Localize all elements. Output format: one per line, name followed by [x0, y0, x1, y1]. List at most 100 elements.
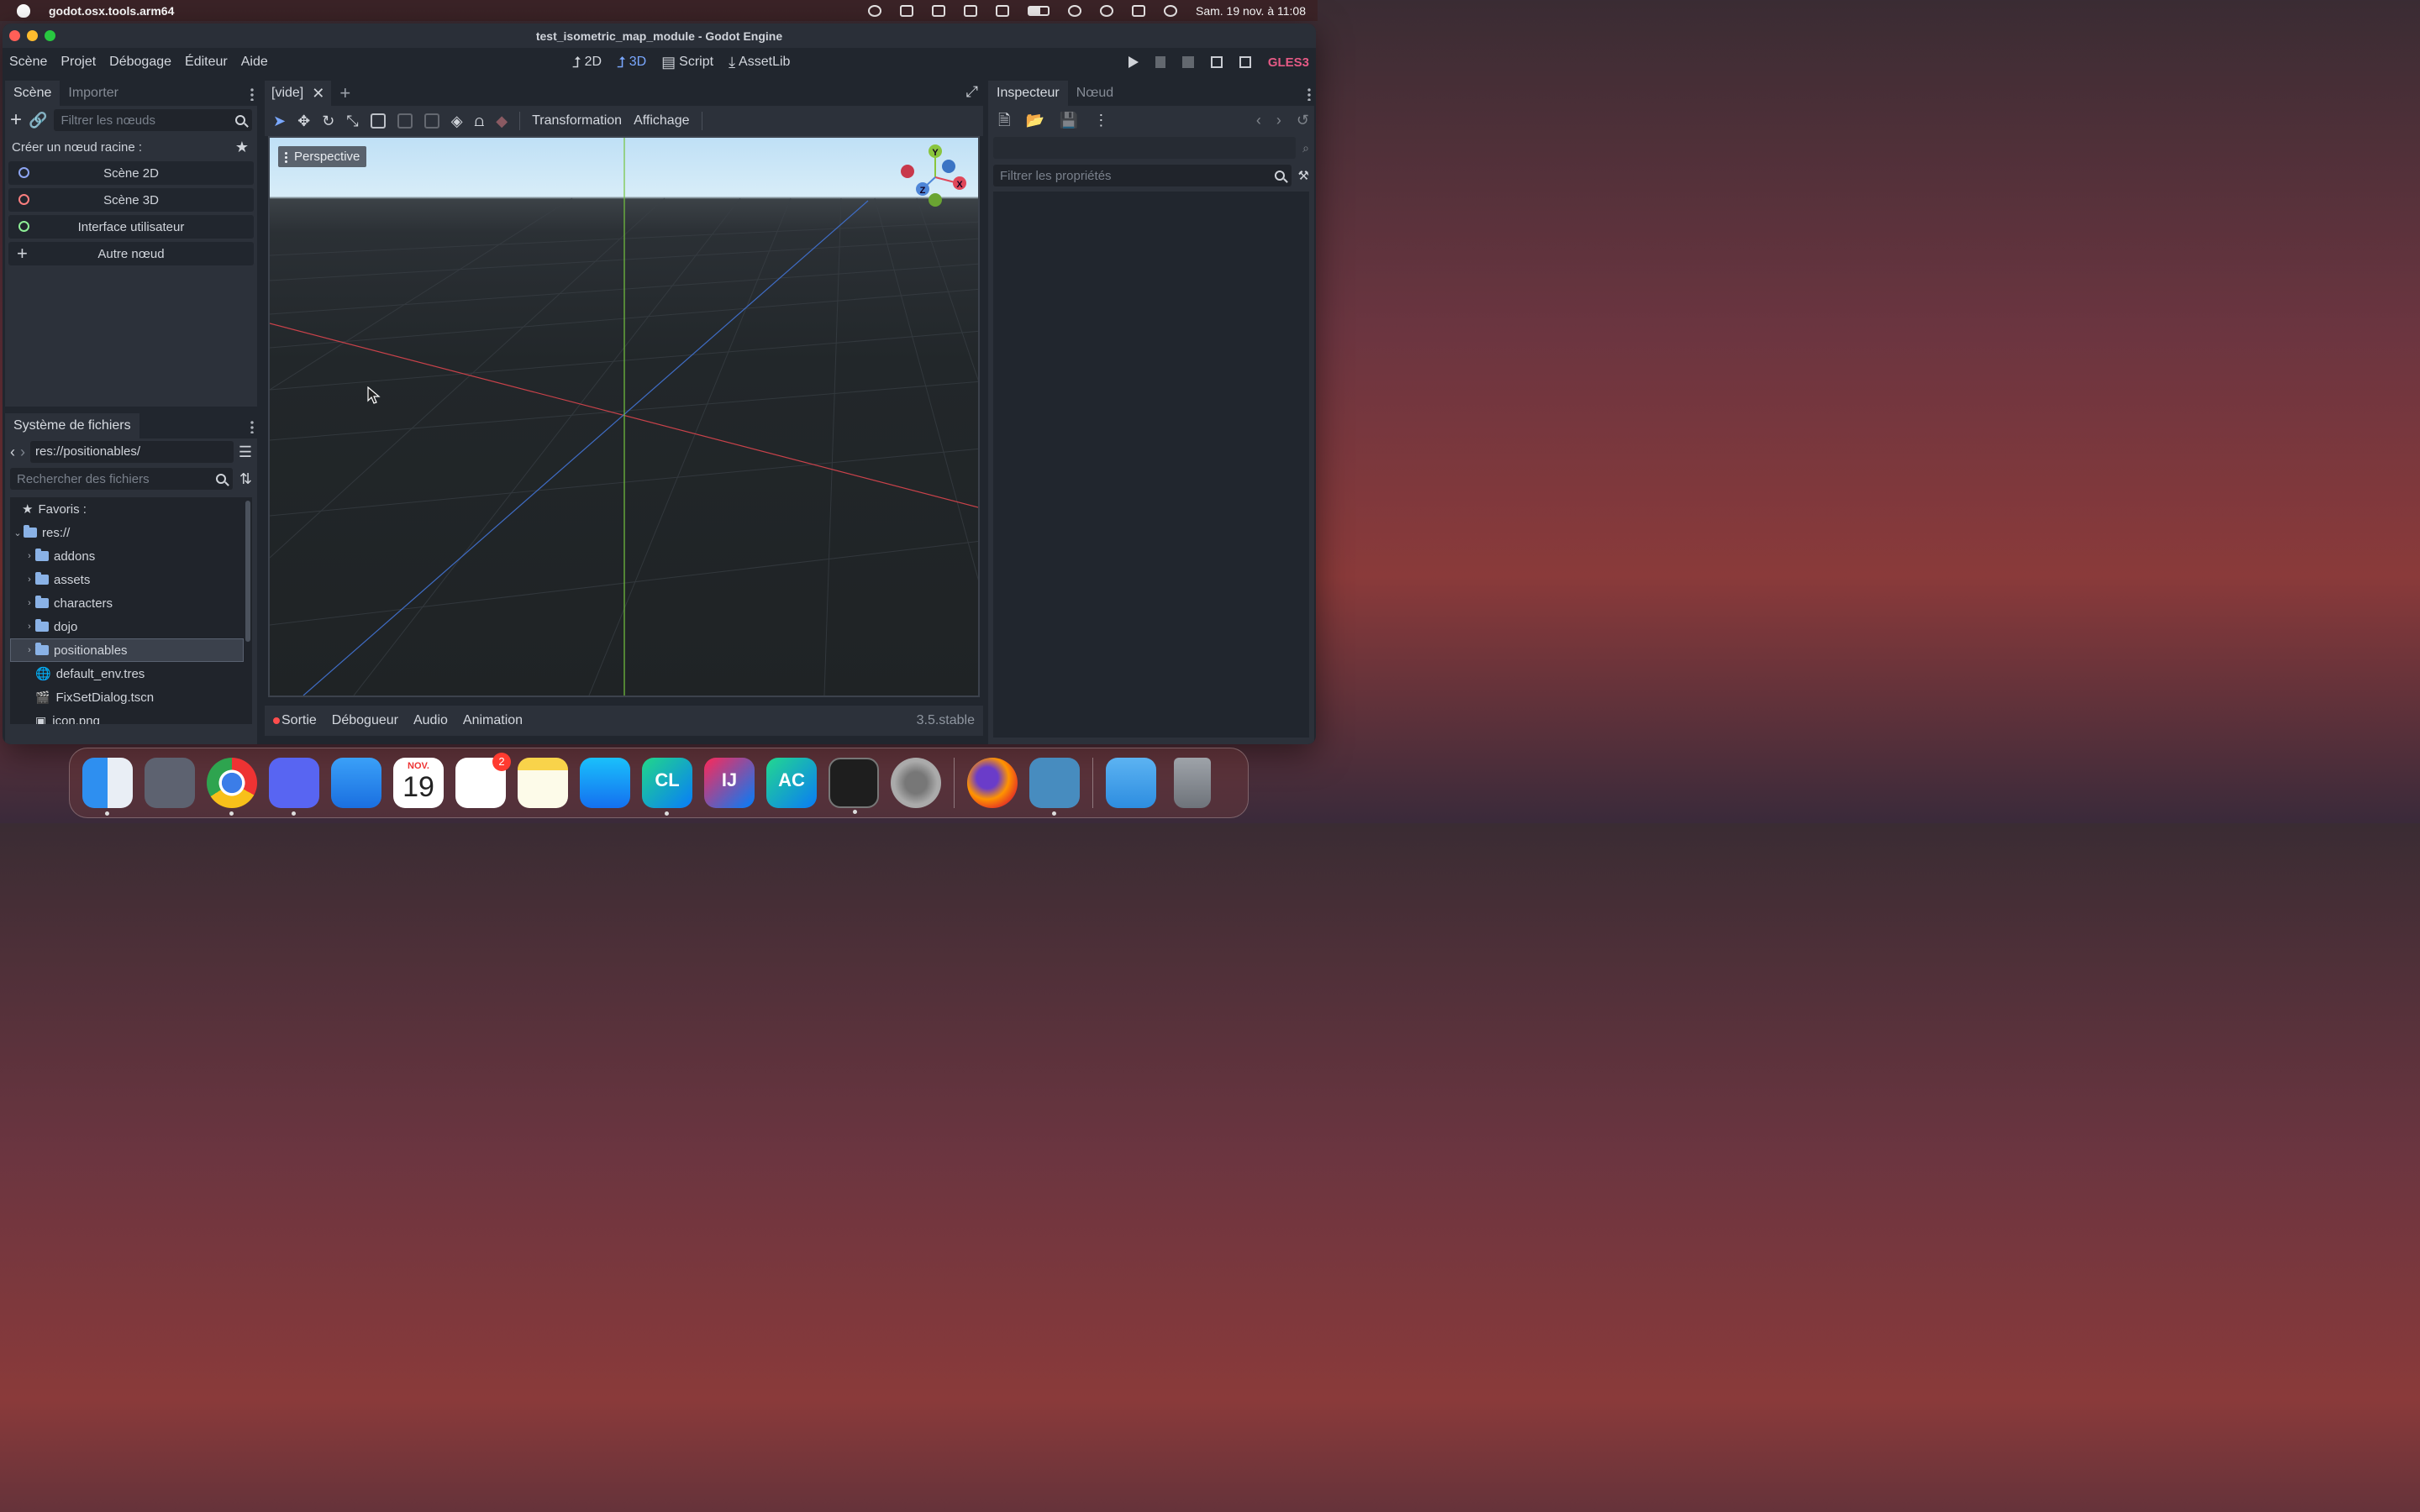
- scene-3d-button[interactable]: Scène 3D: [8, 188, 254, 212]
- save-icon[interactable]: 💾: [1060, 113, 1078, 128]
- perspective-menu[interactable]: Perspective: [278, 146, 367, 167]
- view-gizmo[interactable]: Y X Z: [897, 139, 973, 215]
- siri-icon[interactable]: [1163, 4, 1177, 17]
- local-space-icon[interactable]: ◈: [451, 113, 463, 129]
- other-node-button[interactable]: + Autre nœud: [8, 242, 254, 265]
- split-view-icon[interactable]: ☰: [239, 444, 252, 459]
- tab-node[interactable]: Nœud: [1068, 81, 1122, 106]
- lock-icon[interactable]: [397, 113, 413, 129]
- scale-tool-icon[interactable]: ⤡: [346, 113, 358, 129]
- object-path-field[interactable]: [993, 137, 1297, 159]
- camera-override-icon[interactable]: ◆: [496, 113, 508, 129]
- tree-row-res[interactable]: ⌄ res://: [10, 521, 252, 544]
- search-files-input[interactable]: Rechercher des fichiers: [10, 468, 233, 490]
- mode-script-button[interactable]: ▤ Script: [661, 55, 713, 70]
- new-tab-icon[interactable]: +: [339, 84, 350, 102]
- clock[interactable]: Sam. 19 nov. à 11:08: [1196, 4, 1306, 18]
- link-icon[interactable]: 🔗: [29, 113, 47, 128]
- menu-editor[interactable]: Éditeur: [178, 55, 234, 70]
- pause-icon[interactable]: [1155, 56, 1165, 68]
- spotlight-icon[interactable]: [1099, 4, 1113, 17]
- chevron-right-icon[interactable]: ›: [24, 622, 35, 632]
- app-store-icon[interactable]: [580, 758, 630, 808]
- tab-animation[interactable]: Animation: [463, 713, 523, 728]
- record-icon[interactable]: [867, 4, 881, 17]
- back-icon[interactable]: ‹: [10, 444, 15, 459]
- tab-inspector[interactable]: Inspecteur: [988, 81, 1068, 106]
- apple-logo-icon[interactable]: [17, 3, 30, 18]
- transform-menu[interactable]: Transformation: [532, 113, 622, 129]
- tree-row-icon-png[interactable]: ▣ icon.png: [10, 709, 252, 725]
- tab-filesystem[interactable]: Système de fichiers: [5, 413, 139, 438]
- tab-debugger[interactable]: Débogueur: [332, 713, 398, 728]
- tab-import[interactable]: Importer: [60, 81, 127, 106]
- renderer-select[interactable]: GLES3: [1268, 55, 1309, 70]
- filter-properties-input[interactable]: Filtrer les propriétés: [993, 165, 1292, 186]
- scene-2d-button[interactable]: Scène 2D: [8, 161, 254, 185]
- move-tool-icon[interactable]: ✥: [297, 113, 310, 129]
- tree-row-assets[interactable]: › assets: [10, 568, 252, 591]
- chevron-right-icon[interactable]: ›: [24, 598, 35, 608]
- history-back-icon[interactable]: ‹: [1256, 113, 1261, 128]
- discord-icon[interactable]: [269, 758, 319, 816]
- terminal-icon[interactable]: [829, 758, 879, 814]
- folder-stack-icon[interactable]: [1106, 758, 1156, 808]
- finder-icon[interactable]: [82, 758, 133, 816]
- menu-project[interactable]: Projet: [54, 55, 103, 70]
- tab-scene[interactable]: Scène: [5, 81, 60, 106]
- appcode-icon[interactable]: AC: [766, 758, 817, 808]
- tree-row-fixsetdialog[interactable]: 🎬 FixSetDialog.tscn: [10, 685, 252, 709]
- history-icon[interactable]: ↺: [1297, 113, 1309, 128]
- tree-row-positionables[interactable]: › positionables: [10, 638, 244, 662]
- mail-icon[interactable]: [331, 758, 381, 808]
- sort-icon[interactable]: ⇅: [239, 471, 252, 486]
- 3d-viewport[interactable]: Perspective Y X Z: [268, 136, 980, 697]
- open-folder-icon[interactable]: 📂: [1025, 113, 1044, 128]
- play-scene-icon[interactable]: [1210, 56, 1223, 68]
- dock-menu-icon[interactable]: [250, 420, 254, 433]
- mode-assetlib-button[interactable]: ⤓ AssetLib: [729, 55, 790, 70]
- notes-icon[interactable]: [518, 758, 568, 808]
- control-center-icon[interactable]: [1131, 4, 1145, 17]
- chevron-right-icon[interactable]: ›: [24, 645, 35, 655]
- bluetooth-icon[interactable]: [995, 4, 1009, 17]
- new-resource-icon[interactable]: 🗎: [998, 113, 1010, 128]
- add-node-icon[interactable]: +: [10, 110, 22, 130]
- select-tool-icon[interactable]: ➤: [273, 113, 286, 129]
- trash-icon[interactable]: [1174, 758, 1211, 808]
- chevron-right-icon[interactable]: ›: [24, 551, 35, 561]
- menu-scene[interactable]: Scène: [3, 55, 54, 70]
- mode-2d-button[interactable]: ⮥ 2D: [572, 55, 602, 70]
- snap-icon[interactable]: ⩍: [475, 113, 485, 129]
- reminders-icon[interactable]: 2: [455, 753, 511, 808]
- list-select-icon[interactable]: [370, 113, 386, 129]
- history-forward-icon[interactable]: ›: [1276, 113, 1281, 128]
- battery-icon[interactable]: [1027, 5, 1050, 16]
- forward-icon[interactable]: ›: [20, 444, 25, 459]
- firefox-icon[interactable]: [967, 758, 1018, 808]
- close-tab-icon[interactable]: ✕: [312, 86, 324, 101]
- clion-icon[interactable]: CL: [642, 758, 692, 816]
- path-field[interactable]: res://positionables/: [30, 441, 234, 463]
- tab-output[interactable]: Sortie: [273, 713, 317, 728]
- menu-debug[interactable]: Débogage: [103, 55, 178, 70]
- doc-icon[interactable]: ⌕: [1302, 142, 1309, 154]
- display-icon[interactable]: [963, 4, 977, 17]
- launchpad-icon[interactable]: [145, 758, 195, 808]
- scene-tab[interactable]: [vide] ✕: [265, 81, 332, 106]
- favorites-row[interactable]: ★ Favoris :: [10, 497, 252, 521]
- chevron-down-icon[interactable]: ⌄: [12, 528, 24, 538]
- extension-icon[interactable]: [931, 4, 945, 17]
- star-icon[interactable]: ★: [235, 139, 249, 155]
- settings-icon[interactable]: [891, 758, 941, 808]
- view-menu[interactable]: Affichage: [634, 113, 689, 129]
- calendar-icon[interactable]: NOV. 19: [393, 758, 444, 808]
- tree-row-default-env[interactable]: 🌐 default_env.tres: [10, 662, 252, 685]
- mode-3d-button[interactable]: ⮥ 3D: [617, 55, 646, 70]
- active-app-name[interactable]: godot.osx.tools.arm64: [49, 4, 174, 18]
- distraction-free-icon[interactable]: ⤢: [966, 84, 978, 99]
- kebab-menu-icon[interactable]: ⋮: [1093, 113, 1108, 128]
- tree-row-dojo[interactable]: › dojo: [10, 615, 252, 638]
- tree-scrollbar[interactable]: [245, 501, 250, 642]
- intellij-icon[interactable]: IJ: [704, 758, 755, 808]
